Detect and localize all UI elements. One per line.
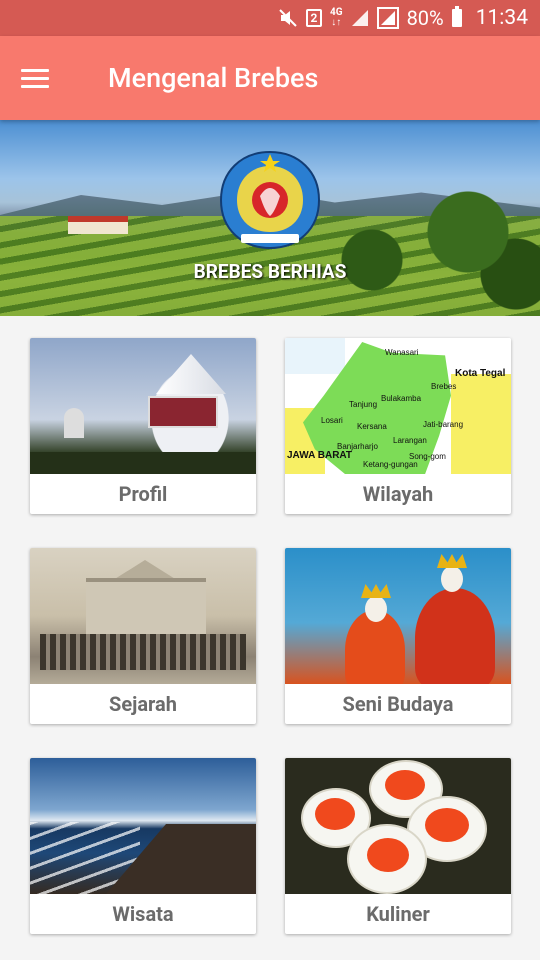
map-label: Bulakamba <box>381 394 422 403</box>
wisata-image <box>30 758 256 894</box>
header-banner: BREBES BERHIAS <box>0 120 540 316</box>
profil-image <box>30 338 256 474</box>
menu-icon[interactable] <box>0 36 70 120</box>
menu-card-seni-budaya[interactable]: Seni Budaya <box>285 548 511 724</box>
battery-icon <box>451 6 462 27</box>
map-label: Kersana <box>357 422 387 431</box>
map-label: Losari <box>321 416 343 425</box>
map-label: Larangan <box>393 436 427 445</box>
seni-budaya-image <box>285 548 511 684</box>
menu-card-label: Sejarah <box>109 692 177 716</box>
map-label: Song-gom <box>409 452 446 461</box>
mute-icon <box>278 8 298 28</box>
kuliner-image <box>285 758 511 894</box>
status-bar: 2 4G ↓↑ 80% 11:34 <box>0 0 540 36</box>
signal-icon <box>351 9 369 27</box>
banner-caption: BREBES BERHIAS <box>193 260 347 283</box>
battery-text: 80% <box>406 6 444 30</box>
menu-card-label: Wilayah <box>362 482 434 506</box>
wilayah-map-image: Wanasari Kota Tegal Brebes Tanjung Bulak… <box>285 338 511 474</box>
map-label: JAWA BARAT <box>287 450 352 461</box>
menu-card-label: Kuliner <box>366 902 430 926</box>
menu-card-sejarah[interactable]: Sejarah <box>30 548 256 724</box>
map-label: Tanjung <box>349 400 378 409</box>
map-label: Wanasari <box>385 348 419 357</box>
app-bar: Mengenal Brebes <box>0 36 540 120</box>
page-title: Mengenal Brebes <box>108 62 319 94</box>
map-label: Jati-barang <box>423 420 464 429</box>
menu-card-wilayah[interactable]: Wanasari Kota Tegal Brebes Tanjung Bulak… <box>285 338 511 514</box>
map-label: Kota Tegal <box>455 368 506 379</box>
sim-icon: 2 <box>306 9 322 27</box>
clock: 11:34 <box>475 6 528 30</box>
4g-icon: 4G ↓↑ <box>330 7 343 28</box>
menu-card-profil[interactable]: Profil <box>30 338 256 514</box>
brebes-emblem-logo <box>219 150 321 250</box>
sejarah-image <box>30 548 256 684</box>
menu-card-label: Profil <box>118 482 168 506</box>
menu-card-kuliner[interactable]: Kuliner <box>285 758 511 934</box>
menu-card-label: Seni Budaya <box>342 692 454 716</box>
signal-2-icon <box>376 7 399 29</box>
menu-card-wisata[interactable]: Wisata <box>30 758 256 934</box>
map-label: Ketang-gungan <box>363 460 418 469</box>
menu-grid: Profil Wanasari Kota Tegal Brebes Tanjun… <box>0 316 540 934</box>
map-label: Brebes <box>431 382 457 391</box>
menu-card-label: Wisata <box>112 902 174 926</box>
